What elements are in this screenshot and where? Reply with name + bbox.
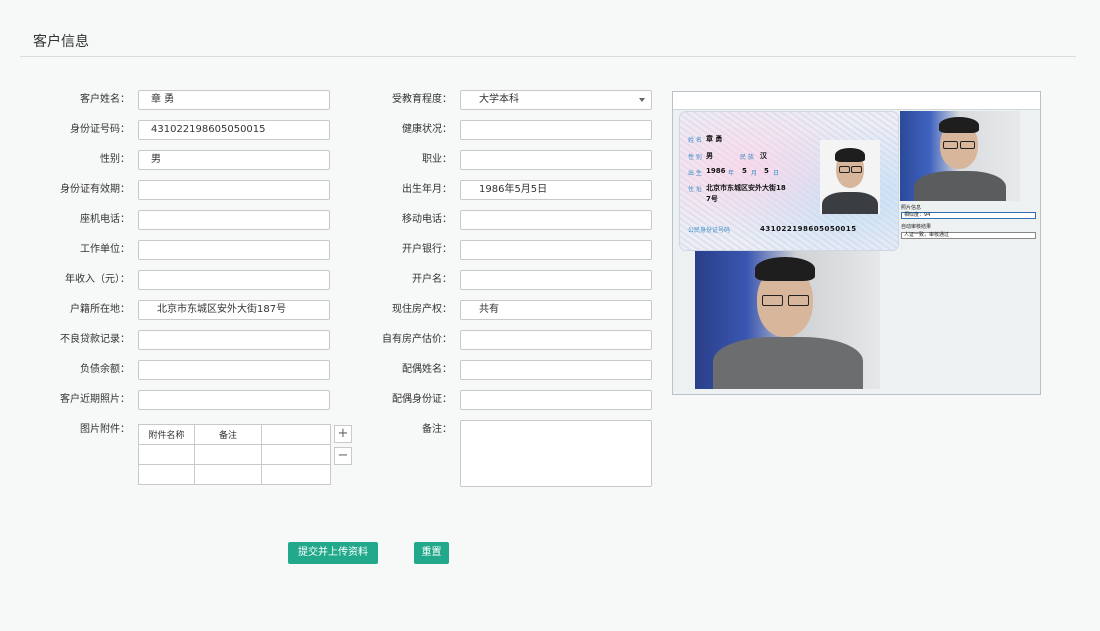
reset-button[interactable]: 重置 bbox=[414, 542, 449, 564]
id-card-gender-label: 性 别 bbox=[688, 154, 702, 161]
id-number-label: 身份证号码： bbox=[70, 124, 130, 135]
id-card-birth-day: 5 bbox=[764, 167, 769, 175]
id-validity-input[interactable] bbox=[138, 180, 330, 200]
similarity-box: 相似度：94 bbox=[901, 212, 1036, 219]
table-cell[interactable] bbox=[261, 464, 331, 485]
table-row bbox=[138, 464, 331, 485]
id-card-address-line1: 北京市东城区安外大街18 bbox=[706, 184, 786, 192]
table-row: 附件名称 备注 bbox=[138, 424, 331, 445]
id-number-input[interactable]: 431022198605050015 bbox=[138, 120, 330, 140]
recent-photo-label: 客户近期照片： bbox=[60, 394, 130, 405]
id-validity-label: 身份证有效期： bbox=[60, 184, 130, 195]
bad-loan-record-label: 不良贷款记录： bbox=[60, 334, 130, 345]
employer-label: 工作单位： bbox=[80, 244, 130, 255]
table-cell[interactable] bbox=[138, 464, 195, 485]
annual-income-label: 年收入（元）： bbox=[65, 274, 130, 285]
attachment-extra-header bbox=[261, 424, 331, 445]
property-value-label: 自有房产估价： bbox=[382, 334, 452, 345]
id-card-year-label: 年 bbox=[728, 170, 735, 177]
remove-attachment-button[interactable]: − bbox=[334, 447, 352, 465]
id-card-image: 姓 名 章 勇 性 别 男 民 族 汉 出 生 1986 年 5 月 5 日 住… bbox=[679, 111, 899, 251]
customer-name-label: 客户姓名： bbox=[80, 94, 130, 105]
photo-info-label: 照片信息 bbox=[901, 205, 922, 211]
gender-input[interactable]: 男 bbox=[138, 150, 330, 170]
spouse-name-label: 配偶姓名： bbox=[402, 364, 452, 375]
preview-header-bar bbox=[673, 92, 1040, 110]
occupation-input[interactable] bbox=[460, 150, 652, 170]
spouse-id-input[interactable] bbox=[460, 390, 652, 410]
employer-input[interactable] bbox=[138, 240, 330, 260]
bank-label: 开户银行： bbox=[402, 244, 452, 255]
id-card-gender: 男 bbox=[706, 152, 713, 160]
table-cell[interactable] bbox=[194, 444, 262, 465]
notes-textarea[interactable] bbox=[460, 420, 652, 487]
mobile-input[interactable] bbox=[460, 210, 652, 230]
id-card-address-line2: 7号 bbox=[706, 195, 718, 203]
id-card-day-label: 日 bbox=[773, 170, 780, 177]
id-card-birth-label: 出 生 bbox=[688, 170, 702, 177]
id-card-birth-year: 1986 bbox=[706, 167, 726, 175]
gender-label: 性别： bbox=[100, 154, 130, 165]
spouse-id-label: 配偶身份证： bbox=[392, 394, 452, 405]
verification-preview: 姓 名 章 勇 性 别 男 民 族 汉 出 生 1986 年 5 月 5 日 住… bbox=[672, 91, 1041, 395]
id-card-name-label: 姓 名 bbox=[688, 137, 702, 144]
id-card-birth-month: 5 bbox=[742, 167, 747, 175]
reference-photo bbox=[900, 111, 1020, 201]
property-value-input[interactable] bbox=[460, 330, 652, 350]
submit-upload-button[interactable]: 提交并上传资料 bbox=[288, 542, 378, 564]
account-name-label: 开户名： bbox=[412, 274, 452, 285]
account-name-input[interactable] bbox=[460, 270, 652, 290]
landline-label: 座机电话： bbox=[80, 214, 130, 225]
birth-date-input[interactable]: 1986年5月5日 bbox=[460, 180, 652, 200]
id-card-address-label: 住 址 bbox=[688, 186, 702, 193]
household-address-label: 户籍所在地： bbox=[70, 304, 130, 315]
debt-balance-input[interactable] bbox=[138, 360, 330, 380]
education-label: 受教育程度： bbox=[392, 94, 452, 105]
attachment-note-header: 备注 bbox=[194, 424, 262, 445]
bank-input[interactable] bbox=[460, 240, 652, 260]
page-title: 客户信息 bbox=[33, 34, 89, 50]
customer-name-input[interactable]: 章 勇 bbox=[138, 90, 330, 110]
table-cell[interactable] bbox=[261, 444, 331, 465]
birth-date-label: 出生年月： bbox=[402, 184, 452, 195]
annual-income-input[interactable] bbox=[138, 270, 330, 290]
id-card-portrait bbox=[820, 140, 880, 214]
debt-balance-label: 负债余额： bbox=[80, 364, 130, 375]
id-card-number: 431022198605050015 bbox=[760, 225, 857, 233]
mobile-label: 移动电话： bbox=[402, 214, 452, 225]
education-selected-value: 大学本科 bbox=[479, 94, 519, 105]
bad-loan-record-input[interactable] bbox=[138, 330, 330, 350]
attachment-name-header: 附件名称 bbox=[138, 424, 195, 445]
notes-label: 备注： bbox=[422, 424, 452, 435]
table-row bbox=[138, 444, 331, 465]
landline-input[interactable] bbox=[138, 210, 330, 230]
table-cell[interactable] bbox=[194, 464, 262, 485]
occupation-label: 职业： bbox=[422, 154, 452, 165]
review-result-box: 人证一致，审核通过 bbox=[901, 232, 1036, 239]
id-card-month-label: 月 bbox=[751, 170, 758, 177]
health-input[interactable] bbox=[460, 120, 652, 140]
id-card-ethnic: 汉 bbox=[760, 152, 767, 160]
id-card-name: 章 勇 bbox=[706, 135, 723, 143]
auto-review-label: 自动审核结果 bbox=[901, 224, 932, 230]
chevron-down-icon bbox=[639, 98, 645, 102]
id-card-number-label: 公民身份证号码 bbox=[688, 227, 731, 234]
spouse-name-input[interactable] bbox=[460, 360, 652, 380]
health-label: 健康状况： bbox=[402, 124, 452, 135]
attachments-table: 附件名称 备注 bbox=[138, 424, 331, 485]
property-rights-input[interactable]: 共有 bbox=[460, 300, 652, 320]
attachments-label: 图片附件： bbox=[80, 424, 130, 435]
household-address-input[interactable]: 北京市东城区安外大街187号 bbox=[138, 300, 330, 320]
property-rights-label: 现住房产权： bbox=[392, 304, 452, 315]
title-divider bbox=[20, 56, 1076, 57]
recent-photo-input[interactable] bbox=[138, 390, 330, 410]
table-cell[interactable] bbox=[138, 444, 195, 465]
id-card-ethnic-label: 民 族 bbox=[740, 154, 754, 161]
live-capture-photo bbox=[695, 251, 880, 389]
education-select[interactable]: 大学本科 bbox=[460, 90, 652, 110]
